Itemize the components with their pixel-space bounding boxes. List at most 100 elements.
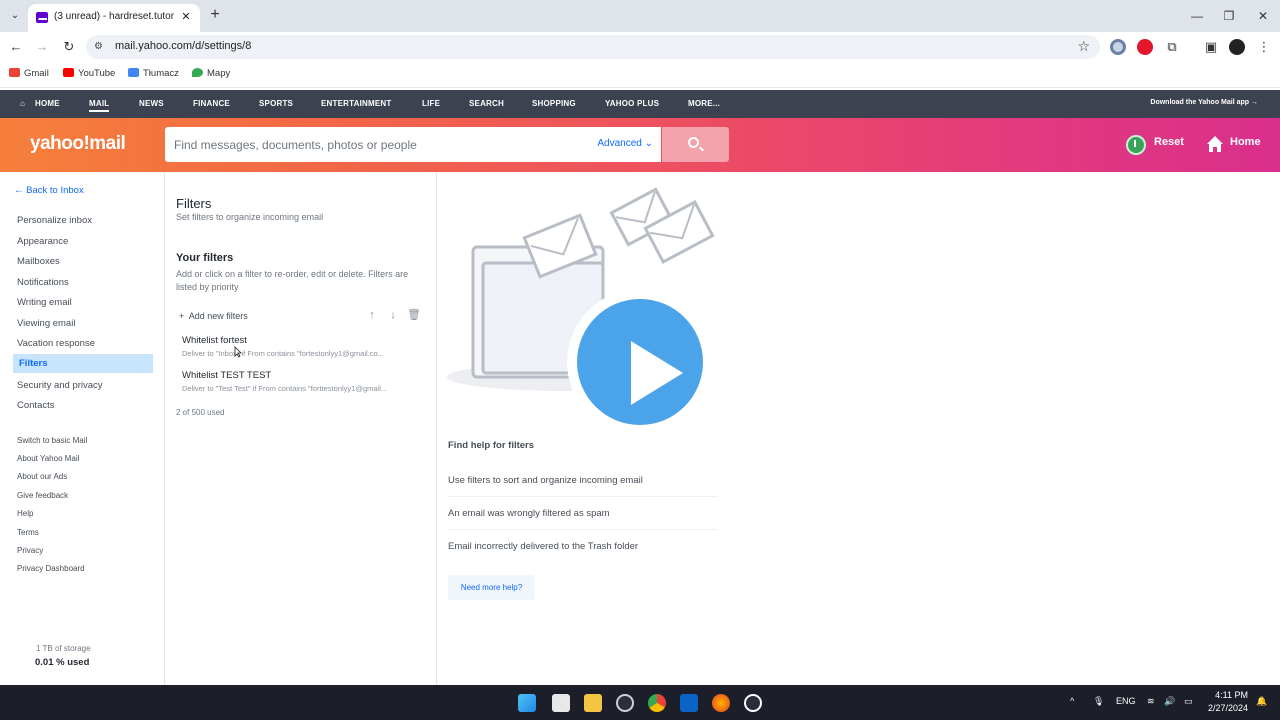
task-view-icon[interactable] [552,694,570,712]
help-link-trash-folder[interactable]: Email incorrectly delivered to the Trash… [448,541,718,562]
browser-menu-icon[interactable]: ⋮ [1255,38,1273,56]
home-button[interactable]: Home [1230,136,1261,148]
back-arrow-icon[interactable]: ← [7,38,25,56]
tab-search-chevron-icon[interactable]: ⌄ [6,7,24,25]
puzzle-extensions-icon[interactable]: ⧉ [1163,38,1181,56]
language-indicator[interactable]: ENG [1116,696,1136,706]
sidebar-item-personalize-inbox[interactable]: Personalize inbox [17,215,92,226]
move-down-arrow-icon[interactable]: ↓ [386,308,400,322]
reset-button[interactable]: Reset [1154,136,1184,148]
maps-pin-icon [192,68,203,77]
volume-icon[interactable]: 🔊 [1164,696,1175,707]
filter-name: Whitelist fortest [182,335,247,346]
bookmark-tlumacz[interactable]: Tłumacz [128,68,179,79]
sidebar-item-filters[interactable]: Filters [13,354,153,373]
filter-row[interactable]: Whitelist TEST TEST Deliver to "Test Tes… [176,370,406,393]
sidebar-item-mailboxes[interactable]: Mailboxes [17,256,60,267]
new-tab-plus-icon[interactable]: + [206,6,224,24]
bookmark-youtube[interactable]: YouTube [63,68,115,79]
about-ads-link[interactable]: About our Ads [17,472,67,481]
sidebar-item-vacation-response[interactable]: Vacation response [17,338,95,349]
tab-close-icon[interactable]: ✕ [178,9,194,25]
help-link[interactable]: Help [17,509,33,518]
privacy-dashboard-link[interactable]: Privacy Dashboard [17,564,85,573]
nav-sports[interactable]: SPORTS [259,99,293,108]
power-reset-icon[interactable] [1126,135,1146,155]
forward-arrow-icon[interactable]: → [33,38,51,56]
side-panel-icon[interactable]: ▣ [1202,38,1220,56]
nav-shopping[interactable]: SHOPPING [532,99,576,108]
url-field[interactable]: ⚙ mail.yahoo.com/d/settings/8 ☆ [86,35,1100,59]
tray-chevron-up-icon[interactable]: ^ [1070,696,1074,706]
reload-icon[interactable]: ↻ [60,38,78,56]
sidebar-item-viewing-email[interactable]: Viewing email [17,318,75,329]
give-feedback-link[interactable]: Give feedback [17,491,68,500]
obs-icon[interactable] [744,694,762,712]
battery-icon[interactable]: ▭ [1184,696,1193,707]
restore-icon[interactable]: ❐ [1214,6,1244,26]
mail-header: yahoo!mail Find messages, documents, pho… [0,118,1280,172]
app-icon[interactable] [616,694,634,712]
advanced-search-button[interactable]: Advanced ⌄ [597,138,653,149]
sidebar-item-writing-email[interactable]: Writing email [17,297,72,308]
nav-home-icon[interactable]: ⌂ [20,99,25,108]
nav-news[interactable]: NEWS [139,99,164,108]
nav-home[interactable]: HOME [35,99,60,108]
sidebar-item-contacts[interactable]: Contacts [17,400,55,411]
extension-icon[interactable] [1110,39,1126,55]
nav-finance[interactable]: FINANCE [193,99,230,108]
nav-life[interactable]: LIFE [422,99,440,108]
back-to-inbox-link[interactable]: ← Back to Inbox [14,185,84,196]
browser-tab[interactable]: (3 unread) - hardreset.tutorial@ ✕ [28,4,200,32]
site-info-icon[interactable]: ⚙ [94,40,108,54]
wifi-icon[interactable]: ≋ [1147,696,1155,707]
back-arrow-icon: ← [14,185,24,196]
filter-row[interactable]: Whitelist fortest Deliver to "Inbox" if … [176,335,406,358]
bookmark-star-icon[interactable]: ☆ [1077,38,1090,55]
filter-name: Whitelist TEST TEST [182,370,272,381]
nav-search[interactable]: SEARCH [469,99,504,108]
opera-extension-icon[interactable] [1137,39,1153,55]
about-yahoo-mail-link[interactable]: About Yahoo Mail [17,454,79,463]
outlook-icon[interactable] [680,694,698,712]
nav-mail[interactable]: MAIL [89,99,110,112]
windows-start-icon[interactable] [518,694,536,712]
help-link-sort-organize[interactable]: Use filters to sort and organize incomin… [448,475,718,497]
yahoo-top-nav: ⌂ HOME MAIL NEWS FINANCE SPORTS ENTERTAI… [0,90,1280,118]
nav-yahoo-plus[interactable]: YAHOO PLUS [605,99,659,108]
minimize-icon[interactable]: — [1182,6,1212,26]
home-icon[interactable] [1206,135,1224,153]
privacy-link[interactable]: Privacy [17,546,43,555]
search-input[interactable]: Find messages, documents, photos or peop… [165,127,661,162]
yahoo-mail-logo[interactable]: yahoo!mail [30,133,126,155]
add-new-filters-button[interactable]: + Add new filters [179,311,248,321]
profile-avatar-icon[interactable] [1229,39,1245,55]
switch-basic-mail-link[interactable]: Switch to basic Mail [17,436,87,445]
microphone-icon[interactable]: 🎙 [1093,696,1104,707]
move-up-arrow-icon[interactable]: ↑ [365,308,379,322]
bookmark-mapy[interactable]: Mapy [192,68,230,79]
sidebar-item-appearance[interactable]: Appearance [17,236,68,247]
terms-link[interactable]: Terms [17,528,39,537]
sidebar-item-notifications[interactable]: Notifications [17,277,69,288]
bookmark-gmail[interactable]: Gmail [9,68,49,79]
your-filters-heading: Your filters [176,252,234,264]
help-link-wrongly-filtered-spam[interactable]: An email was wrongly filtered as spam [448,508,718,530]
notification-bell-icon[interactable]: 🔔 [1256,696,1267,707]
chevron-down-icon: ⌄ [644,138,653,149]
download-app-link[interactable]: Download the Yahoo Mail app → [1150,99,1258,106]
need-more-help-button[interactable]: Need more help? [448,575,535,600]
trash-icon[interactable]: 🗑 [407,308,421,322]
video-play-button[interactable] [567,289,713,435]
firefox-icon[interactable] [712,694,730,712]
system-clock[interactable]: 4:11 PM 2/27/2024 [1208,689,1248,715]
file-explorer-icon[interactable] [584,694,602,712]
nav-entertainment[interactable]: ENTERTAINMENT [321,99,391,108]
close-window-icon[interactable]: ✕ [1248,6,1278,26]
storage-total: 1 TB of storage [36,644,91,653]
nav-more[interactable]: MORE... [688,99,720,108]
search-button[interactable] [662,127,729,162]
url-text: mail.yahoo.com/d/settings/8 [115,40,252,52]
chrome-icon[interactable] [648,694,666,712]
sidebar-item-security-and-privacy[interactable]: Security and privacy [17,380,103,391]
